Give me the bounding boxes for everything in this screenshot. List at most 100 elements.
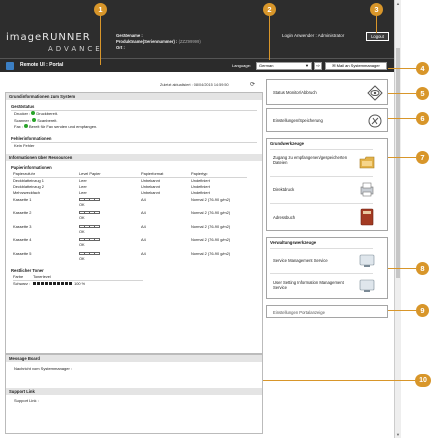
message-text: Nachricht vom Systemmanager : (14, 366, 73, 371)
callout-badge: 8 (416, 262, 429, 275)
callout-leader (388, 118, 416, 119)
brand-logo-text: imageRUNNER (6, 32, 91, 43)
paper-type: Normal 2 (76-90 g/m2) (191, 237, 231, 242)
consumables-heading: Informationen über Ressourcen (6, 154, 262, 161)
portal-display-settings-button[interactable]: Einstellungen Portalanzeige (266, 305, 388, 318)
location-label: Ort : (116, 45, 125, 50)
table-row: Kassette 4 OK A4 Normal 2 (76-90 g/m2) (13, 237, 247, 251)
login-user-label: Login Anwender : (282, 33, 317, 38)
paper-level-ok: OK (79, 215, 85, 220)
table-row: Kassette 2 OK A4 Normal 2 (76-90 g/m2) (13, 210, 247, 224)
address-book-label: Adressbuch (273, 215, 296, 220)
direct-print-label: Direktdruck (273, 187, 295, 192)
toner-table: Farbe Tonerlevel Schwarz : 100 % (13, 274, 143, 287)
received-files-button[interactable]: Zugang zu empfangenen/gespeicherten Date… (270, 149, 375, 175)
device-status-row: Fax : Bereit für Fax senden und empfange… (6, 124, 262, 131)
mail-system-manager-label: Mail an Systemmanager (336, 63, 380, 68)
login-user-value: Administrator (317, 33, 345, 38)
system-info-heading: Grundinformationen zum System (6, 93, 262, 100)
page-scrollbar[interactable]: ▲ ▼ (394, 0, 401, 438)
device-label: Fax : (14, 124, 23, 129)
callout-leader (388, 310, 416, 311)
support-link-text[interactable]: Support Link : (6, 398, 262, 405)
language-apply-button[interactable]: ⇨ (314, 62, 322, 70)
login-user: Login Anwender : Administrator (282, 33, 344, 38)
paper-type: Normal 2 (76-90 g/m2) (191, 196, 231, 202)
direct-print-button[interactable]: Direktdruck (270, 176, 374, 202)
product-name-label: Produktname(Seriennummer) : (116, 39, 178, 44)
callout-leader (269, 15, 270, 60)
paper-source: Kassette 5 (13, 250, 32, 256)
callout-badge: 9 (416, 304, 429, 317)
paper-size: A4 (141, 196, 146, 202)
chevron-down-icon: ▼ (305, 63, 309, 68)
device-status-heading: Gerätstatus (11, 104, 35, 109)
mail-system-manager-button[interactable]: ✉ Mail an Systemmanager (325, 62, 387, 70)
paper-source: Kassette 1 (13, 196, 32, 202)
paper-source: Kassette 4 (13, 237, 32, 242)
device-status-panel: Grundinformationen zum System Gerätstatu… (5, 92, 263, 354)
logout-button[interactable]: Logout (366, 32, 389, 41)
folder-icon (359, 156, 375, 169)
language-select[interactable]: German ▼ (256, 62, 312, 70)
header-bar: imageRUNNER ADVANCE Gerätename : Produkt… (0, 0, 394, 58)
user-setting-management-label: User Setting Information Management Serv… (273, 280, 344, 290)
table-row: Kassette 3 OK A4 Normal 2 (76-90 g/m2) (13, 224, 247, 238)
paper-size: A4 (141, 250, 146, 256)
paper-table: Papierzufuhr Level Papier Papierformat P… (13, 171, 247, 264)
device-status: Bereit für Fax senden und empfangen. (29, 124, 98, 129)
toner-level-bar (33, 281, 73, 286)
callout-leader (100, 15, 101, 65)
refresh-icon[interactable]: ⟳ (250, 81, 255, 88)
paper-level-gauge: OK (79, 210, 141, 224)
scroll-down-icon[interactable]: ▼ (395, 432, 401, 437)
callout-leader (388, 157, 416, 158)
error-info-heading: Fehlerinformationen (11, 135, 52, 141)
mail-icon: ✉ (332, 63, 336, 68)
device-label: Drucker : (14, 111, 31, 116)
page-title: Remote UI : Portal (20, 62, 64, 68)
callout-leader (263, 380, 415, 381)
product-name-value: (ZZZ99999) (178, 39, 201, 44)
paper-level-gauge: OK (79, 237, 141, 251)
scroll-thumb[interactable] (396, 48, 400, 278)
management-tools-group: Verwaltungswerkzeuge Service Management … (266, 237, 388, 299)
status-monitor-button[interactable]: Status Monitor/Abbruch (266, 79, 388, 105)
management-tools-heading: Verwaltungswerkzeuge (270, 240, 317, 245)
paper-size: A4 (141, 237, 146, 242)
language-select-value: German (259, 63, 274, 68)
callout-badge: 3 (370, 3, 383, 16)
table-row: Kassette 5 OK A4 Normal 2 (76-90 g/m2) (13, 251, 247, 265)
paper-size: A4 (141, 210, 146, 215)
received-files-label: Zugang zu empfangenen/gespeicherten Date… (273, 155, 348, 165)
brand-logo-subtext: ADVANCE (48, 45, 103, 53)
remote-ui-logo-icon (6, 62, 14, 70)
callout-leader (388, 268, 416, 269)
paper-level-gauge: OK (79, 251, 141, 265)
paper-level-ok: OK (79, 242, 85, 247)
status-ok-icon (31, 111, 36, 116)
callout-leader (376, 15, 377, 33)
scroll-up-icon[interactable]: ▲ (395, 1, 401, 6)
service-management-button[interactable]: Service Management Service (270, 248, 375, 272)
toner-level-cell: 100 % (33, 280, 143, 287)
paper-level-ok: OK (79, 255, 85, 261)
paper-source: Kassette 2 (13, 210, 32, 215)
settings-icon (368, 114, 382, 128)
settings-button[interactable]: Einstellungen/Speicherung (266, 108, 388, 132)
paper-level-gauge: OK (79, 197, 141, 211)
status-ok-icon (32, 117, 37, 122)
basic-tools-group: Grundwerkzeuge Zugang zu empfangenen/ges… (266, 138, 388, 231)
user-setting-management-button[interactable]: User Setting Information Management Serv… (270, 273, 375, 298)
address-book-button[interactable]: Adressbuch (270, 203, 374, 230)
device-info: Gerätename : Produktname(Seriennummer) :… (116, 33, 201, 51)
paper-type: Normal 2 (76-90 g/m2) (191, 210, 231, 215)
paper-level-gauge: OK (79, 224, 141, 238)
toner-color: Schwarz : (13, 280, 31, 286)
paper-type: Normal 2 (76-90 g/m2) (191, 250, 231, 256)
status-monitor-icon (367, 85, 383, 101)
callout-leader (388, 68, 416, 69)
user-setting-management-icon (359, 279, 375, 292)
language-label: Language: (232, 63, 251, 68)
message-board-heading: Message Board (6, 355, 262, 362)
